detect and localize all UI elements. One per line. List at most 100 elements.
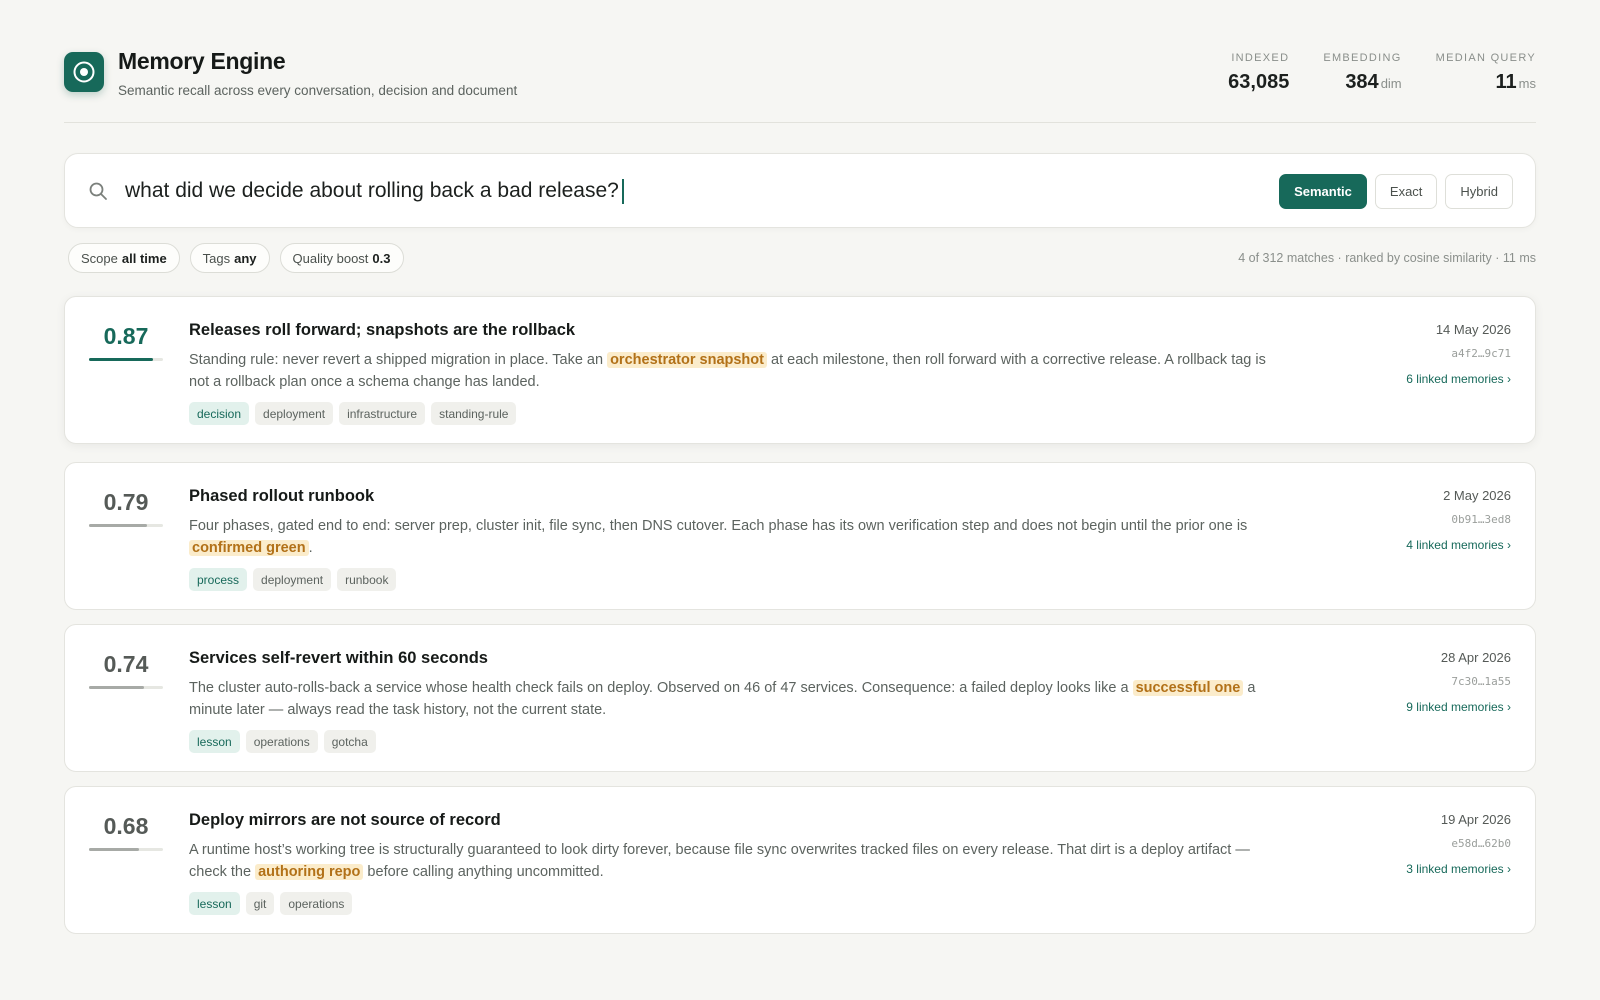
tag[interactable]: gotcha: [323, 730, 376, 753]
result-card[interactable]: 0.74 Services self-revert within 60 seco…: [64, 624, 1536, 772]
result-card[interactable]: 0.87 Releases roll forward; snapshots ar…: [64, 296, 1536, 444]
match-highlight: confirmed green: [189, 540, 309, 556]
stat-embedding: EMBEDDING 384 dim: [1323, 52, 1401, 94]
score-bar-fill: [89, 686, 144, 689]
similarity-score: 0.79: [103, 489, 149, 515]
score-bar-fill: [89, 358, 154, 361]
body-text: Standing rule: never revert a shipped mi…: [189, 352, 608, 368]
stat-number: 11: [1495, 71, 1517, 93]
results-meta: 4 of 312 matches · ranked by cosine simi…: [1238, 251, 1536, 265]
score-bar: [89, 848, 163, 851]
stat-unit: ms: [1518, 76, 1536, 91]
search-input[interactable]: [125, 174, 1225, 208]
memory-engine-page: Memory Engine Semantic recall across eve…: [64, 0, 1536, 934]
search-bar: Semantic Exact Hybrid: [64, 153, 1536, 228]
tag[interactable]: runbook: [337, 568, 397, 591]
similarity-score: 0.87: [103, 323, 149, 349]
score-bar: [89, 358, 163, 361]
app-title: Memory Engine: [118, 48, 286, 74]
header: Memory Engine Semantic recall across eve…: [64, 0, 1536, 123]
result-title[interactable]: Releases roll forward; snapshots are the…: [189, 321, 575, 340]
stat-median-query: MEDIAN QUERY 11 ms: [1436, 52, 1536, 94]
filter-tags-chip[interactable]: Tags any: [189, 243, 270, 273]
tag[interactable]: deployment: [253, 568, 332, 591]
tag[interactable]: process: [189, 568, 248, 591]
tag-list: lesson git operations: [189, 892, 353, 915]
result-date: 28 Apr 2026: [1440, 650, 1511, 665]
target-icon: [64, 52, 104, 92]
score-bar: [89, 686, 163, 689]
stat-value: 63,085: [1228, 71, 1289, 94]
search-icon: [88, 181, 108, 206]
stat-value: 384 dim: [1323, 71, 1401, 94]
result-title[interactable]: Phased rollout runbook: [189, 487, 374, 506]
body-text: before calling anything uncommitted.: [363, 864, 604, 880]
match-highlight: authoring repo: [255, 864, 364, 880]
result-title[interactable]: Services self-revert within 60 seconds: [189, 649, 488, 668]
match-highlight: successful one: [1132, 680, 1244, 696]
stat-label: MEDIAN QUERY: [1435, 52, 1536, 64]
result-body: A runtime host’s working tree is structu…: [189, 839, 1269, 883]
tag-list: lesson operations gotcha: [189, 730, 376, 753]
result-date: 19 Apr 2026: [1440, 812, 1511, 827]
memory-id: 7c30…1a55: [1451, 675, 1511, 688]
stat-number: 63,085: [1228, 71, 1290, 93]
score-bar-fill: [89, 524, 148, 527]
linked-memories-link[interactable]: 4 linked memories ›: [1406, 538, 1511, 552]
filter-value: all time: [121, 250, 167, 266]
stat-indexed: INDEXED 63,085: [1228, 52, 1289, 94]
memory-id: e58d…62b0: [1451, 837, 1511, 850]
stat-unit: dim: [1380, 76, 1402, 91]
filter-bar: Scope all time Tags any Quality boost 0.…: [68, 243, 404, 273]
filter-label: Scope: [81, 250, 118, 266]
score-bar: [89, 524, 163, 527]
result-title[interactable]: Deploy mirrors are not source of record: [189, 811, 501, 830]
memory-id: 0b91…3ed8: [1451, 513, 1511, 526]
tag[interactable]: infrastructure: [339, 402, 426, 425]
tag-list: process deployment runbook: [189, 568, 397, 591]
filter-quality-chip[interactable]: Quality boost 0.3: [279, 243, 404, 273]
filter-scope-chip[interactable]: Scope all time: [68, 243, 180, 273]
mode-hybrid-button[interactable]: Hybrid: [1445, 174, 1513, 209]
stat-label: EMBEDDING: [1323, 52, 1402, 64]
linked-memories-link[interactable]: 6 linked memories ›: [1406, 372, 1511, 386]
result-body: Four phases, gated end to end: server pr…: [189, 515, 1269, 559]
app-subtitle: Semantic recall across every conversatio…: [118, 83, 518, 98]
body-text: The cluster auto-rolls-back a service wh…: [189, 680, 1133, 696]
filter-label: Quality boost: [292, 250, 369, 266]
stat-label: INDEXED: [1231, 52, 1290, 64]
tag[interactable]: lesson: [189, 892, 240, 915]
body-text: .: [308, 540, 313, 556]
result-date: 2 May 2026: [1443, 488, 1511, 503]
tag[interactable]: standing-rule: [431, 402, 517, 425]
memory-id: a4f2…9c71: [1451, 347, 1511, 360]
tag[interactable]: decision: [189, 402, 250, 425]
result-card[interactable]: 0.79 Phased rollout runbook Four phases,…: [64, 462, 1536, 610]
stat-number: 384: [1345, 71, 1379, 93]
body-text: Four phases, gated end to end: server pr…: [189, 518, 1248, 534]
stat-value: 11 ms: [1436, 71, 1537, 94]
tag-list: decision deployment infrastructure stand…: [189, 402, 517, 425]
result-body: Standing rule: never revert a shipped mi…: [189, 349, 1269, 393]
score-bar-fill: [89, 848, 140, 851]
filter-value: any: [234, 250, 257, 266]
result-body: The cluster auto-rolls-back a service wh…: [189, 677, 1269, 721]
search-mode-toggle: Semantic Exact Hybrid: [1279, 174, 1513, 209]
mode-semantic-button[interactable]: Semantic: [1279, 174, 1367, 209]
stats-panel: INDEXED 63,085 EMBEDDING 384 dim MEDIAN Q…: [1228, 52, 1536, 94]
tag[interactable]: operations: [280, 892, 353, 915]
result-date: 14 May 2026: [1435, 322, 1511, 337]
linked-memories-link[interactable]: 9 linked memories ›: [1406, 700, 1511, 714]
similarity-score: 0.74: [103, 651, 149, 677]
tag[interactable]: deployment: [255, 402, 334, 425]
linked-memories-link[interactable]: 3 linked memories ›: [1406, 862, 1511, 876]
result-card[interactable]: 0.68 Deploy mirrors are not source of re…: [64, 786, 1536, 934]
text-caret: [621, 179, 624, 204]
tag[interactable]: lesson: [189, 730, 240, 753]
mode-exact-button[interactable]: Exact: [1374, 174, 1438, 209]
tag[interactable]: git: [245, 892, 275, 915]
filter-value: 0.3: [372, 250, 391, 266]
tag[interactable]: operations: [245, 730, 318, 753]
match-highlight: orchestrator snapshot: [607, 352, 767, 368]
similarity-score: 0.68: [103, 813, 149, 839]
